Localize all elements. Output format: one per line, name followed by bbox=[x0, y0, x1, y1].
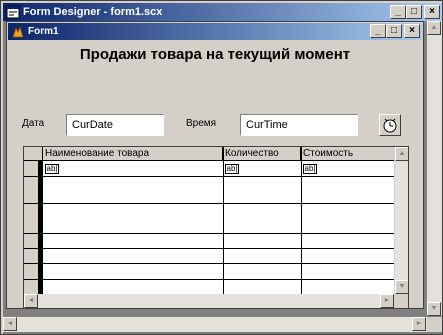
fox-icon bbox=[12, 25, 24, 37]
column-header-cost[interactable]: Стоимость bbox=[301, 147, 394, 161]
record-selector-bar bbox=[38, 161, 43, 308]
grid-header: Наименование товара Количество Стоимость bbox=[24, 147, 394, 161]
designer-scroll-down-button[interactable]: ▼ bbox=[427, 302, 441, 316]
form1-body: Продажи товара на текущий момент Дата Cu… bbox=[8, 40, 422, 309]
grid-horizontal-scrollbar[interactable]: ◄ ► bbox=[24, 294, 394, 308]
grid-scroll-corner bbox=[394, 294, 408, 308]
date-field[interactable]: CurDate bbox=[66, 114, 164, 136]
row-divider bbox=[24, 233, 394, 234]
timer-icon bbox=[383, 118, 397, 133]
row-divider bbox=[24, 248, 394, 249]
form-designer-icon bbox=[6, 5, 20, 19]
time-label: Время bbox=[186, 118, 217, 129]
form-designer-window: Form Designer - form1.scx _ □ × Form1 _ … bbox=[0, 0, 443, 335]
designer-minimize-button[interactable]: _ bbox=[390, 5, 406, 19]
row-divider bbox=[24, 279, 394, 280]
grid-scroll-right-button[interactable]: ► bbox=[380, 294, 394, 308]
date-label: Дата bbox=[22, 118, 45, 129]
time-field[interactable]: CurTime bbox=[240, 114, 358, 136]
column-header-quantity[interactable]: Количество bbox=[223, 147, 301, 161]
designer-scroll-left-button[interactable]: ◄ bbox=[3, 317, 17, 331]
designer-scroll-up-button[interactable]: ▲ bbox=[427, 21, 441, 35]
form1-minimize-button[interactable]: _ bbox=[370, 24, 386, 38]
form1-window[interactable]: Form1 _ □ × Продажи товара на текущий мо… bbox=[6, 21, 424, 309]
row-divider bbox=[24, 263, 394, 264]
designer-title: Form Designer - form1.scx bbox=[23, 6, 163, 18]
row-divider bbox=[24, 203, 394, 204]
form1-close-button[interactable]: × bbox=[404, 24, 420, 38]
designer-client-area: Form1 _ □ × Продажи товара на текущий мо… bbox=[3, 21, 442, 334]
form1-maximize-button[interactable]: □ bbox=[386, 24, 402, 38]
grid-scroll-up-button[interactable]: ▲ bbox=[395, 147, 408, 161]
form1-title-bar[interactable]: Form1 _ □ × bbox=[8, 23, 422, 40]
grid-scroll-down-button[interactable]: ▼ bbox=[395, 280, 408, 294]
designer-scroll-right-button[interactable]: ► bbox=[412, 317, 426, 331]
designer-horizontal-scrollbar[interactable]: ◄ ► bbox=[3, 317, 427, 332]
designer-title-bar[interactable]: Form Designer - form1.scx _ □ × bbox=[3, 3, 442, 21]
sales-grid[interactable]: Наименование товара Количество Стоимость bbox=[23, 146, 409, 309]
quantity-textbox[interactable]: ab| bbox=[225, 164, 239, 174]
designer-vertical-scrollbar[interactable]: ▲ ▼ bbox=[427, 21, 442, 316]
designer-maximize-button[interactable]: □ bbox=[406, 5, 422, 19]
product-textbox[interactable]: ab| bbox=[45, 164, 59, 174]
row-divider bbox=[24, 176, 394, 177]
column-divider bbox=[301, 147, 302, 308]
grid-scroll-left-button[interactable]: ◄ bbox=[24, 294, 38, 308]
grid-vertical-scrollbar[interactable]: ▲ ▼ bbox=[394, 147, 408, 294]
column-header-product[interactable]: Наименование товара bbox=[43, 147, 223, 161]
form-heading: Продажи товара на текущий момент bbox=[79, 46, 351, 63]
timer-button[interactable] bbox=[379, 114, 401, 136]
grid-corner-header bbox=[24, 147, 43, 161]
cost-textbox[interactable]: ab| bbox=[303, 164, 317, 174]
designer-close-button[interactable]: × bbox=[424, 5, 440, 19]
form1-title: Form1 bbox=[28, 26, 59, 37]
column-divider bbox=[223, 147, 224, 308]
designer-scroll-corner bbox=[427, 317, 442, 332]
